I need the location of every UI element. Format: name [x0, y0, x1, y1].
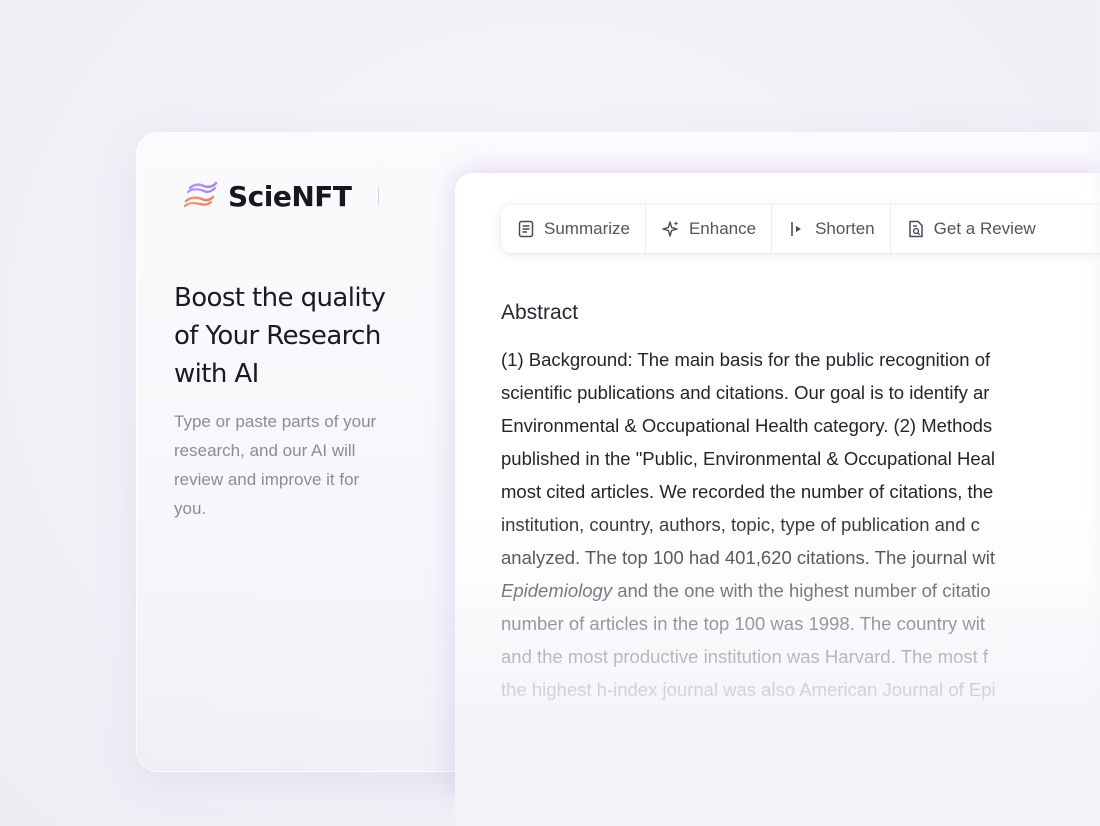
get-review-button[interactable]: Get a Review	[891, 205, 1051, 253]
abstract-line-italic: Epidemiology and the one with the highes…	[501, 574, 1100, 607]
abstract-text[interactable]: (1) Background: The main basis for the p…	[501, 343, 1100, 743]
enhance-button[interactable]: Enhance	[646, 205, 773, 253]
abstract-line: Environmental & Occupational Health cate…	[501, 415, 993, 436]
brand-name: ScieNFT	[228, 179, 352, 213]
abstract-heading: Abstract	[501, 301, 579, 324]
headline-line: of Your Research	[174, 321, 381, 351]
summarize-button[interactable]: Summarize	[501, 205, 646, 253]
shorten-icon	[791, 222, 802, 236]
abstract-line: (1) Background: The main basis for the p…	[501, 349, 991, 370]
brand-divider	[377, 187, 379, 205]
abstract-line: number of articles in the top 100 was 19…	[501, 613, 986, 634]
abstract-line: most cited articles. We recorded the num…	[501, 481, 994, 502]
shorten-label: Shorten	[815, 219, 875, 238]
sparkle-icon	[662, 221, 679, 237]
enhance-label: Enhance	[688, 219, 757, 238]
hero-subtext: Type or paste parts of your research, an…	[174, 407, 424, 523]
headline-line: Boost the quality	[174, 283, 386, 313]
journal-name: Epidemiology	[501, 580, 613, 601]
shorten-button[interactable]: Shorten	[772, 205, 891, 253]
abstract-line: institution, country, authors, topic, ty…	[501, 514, 980, 535]
abstract-line: analyzed. The top 100 had 401,620 citati…	[501, 547, 996, 568]
abstract-line: published in the "Public, Environmental …	[501, 448, 996, 469]
abstract-line: the highest h-index journal was also Ame…	[501, 679, 996, 700]
document-icon	[518, 220, 534, 238]
hero-headline: Boost the quality of Your Research with …	[174, 279, 434, 393]
get-review-label: Get a Review	[933, 219, 1036, 238]
review-doc-icon	[908, 220, 923, 238]
abstract-line: and the most productive institution was …	[501, 646, 989, 667]
subtext-line: review and improve it for	[174, 470, 360, 489]
brand[interactable]: ScieNFT	[180, 176, 379, 216]
abstract-line-rest: and the one with the highest number of c…	[612, 580, 991, 601]
subtext-line: research, and our AI will	[174, 441, 356, 460]
subtext-line: Type or paste parts of your	[174, 412, 377, 431]
subtext-line: you.	[174, 499, 207, 518]
ai-toolbar: Summarize Enhance Shorten Get a Review	[501, 205, 1100, 253]
headline-line: with AI	[174, 359, 259, 389]
page-stage: ScieNFT Boost the quality of Your Resear…	[0, 0, 1100, 826]
scienft-logo-icon	[183, 181, 218, 208]
summarize-label: Summarize	[544, 219, 630, 238]
abstract-line: scientific publications and citations. O…	[501, 382, 990, 403]
